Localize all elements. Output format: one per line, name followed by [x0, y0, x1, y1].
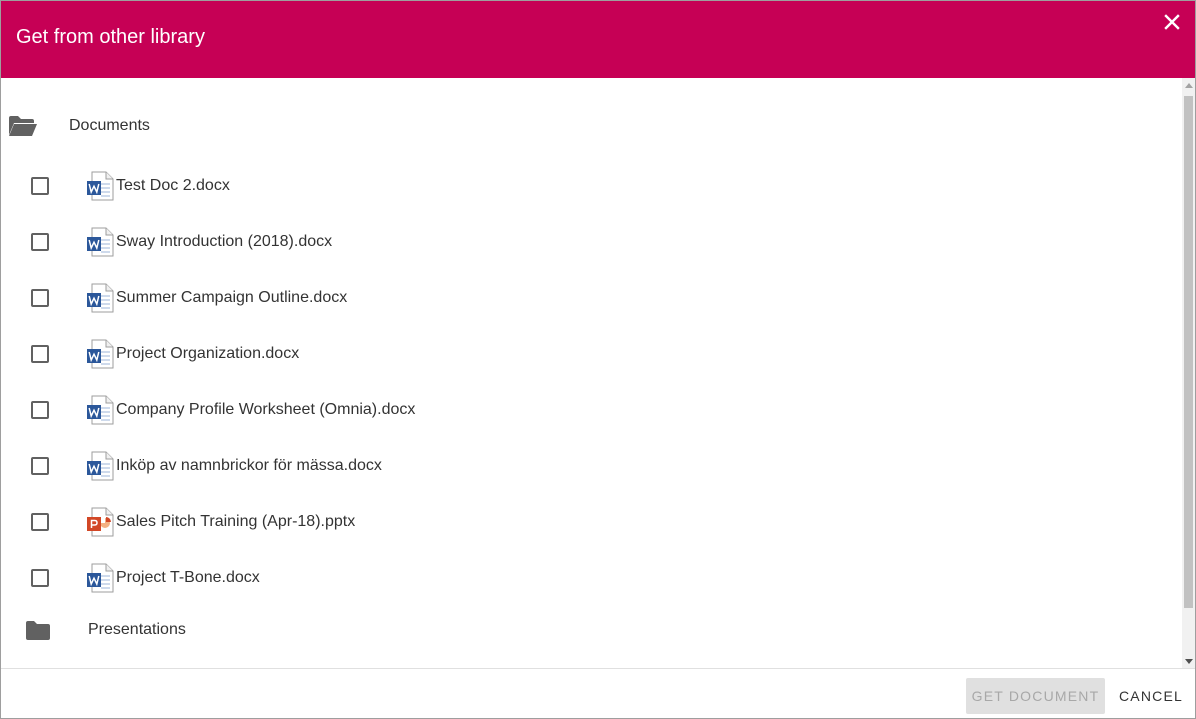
- file-checkbox[interactable]: [31, 233, 49, 251]
- file-name: Project T-Bone.docx: [116, 569, 260, 586]
- get-from-library-dialog: Get from other library Documents Test Do…: [0, 0, 1196, 719]
- word-file-icon: [86, 395, 116, 427]
- folder-label: Documents: [69, 117, 150, 134]
- document-tree: Documents Test Doc 2.docx Sway Introducti…: [1, 78, 1182, 668]
- file-checkbox[interactable]: [31, 457, 49, 475]
- file-row[interactable]: Project Organization.docx: [1, 334, 1171, 374]
- file-name: Test Doc 2.docx: [116, 177, 230, 194]
- file-checkbox[interactable]: [31, 289, 49, 307]
- folder-icon: [25, 619, 55, 641]
- file-row[interactable]: Inköp av namnbrickor för mässa.docx: [1, 446, 1171, 486]
- word-file-icon: [86, 227, 116, 259]
- file-checkbox[interactable]: [31, 569, 49, 587]
- word-file-icon: [86, 563, 116, 595]
- file-checkbox[interactable]: [31, 345, 49, 363]
- file-row[interactable]: Summer Campaign Outline.docx: [1, 278, 1171, 318]
- powerpoint-file-icon: [86, 507, 116, 539]
- file-name: Sales Pitch Training (Apr-18).pptx: [116, 513, 356, 530]
- file-checkbox[interactable]: [31, 401, 49, 419]
- folder-open-icon: [8, 115, 38, 137]
- file-name: Sway Introduction (2018).docx: [116, 233, 333, 250]
- file-row[interactable]: Test Doc 2.docx: [1, 166, 1171, 206]
- word-file-icon: [86, 171, 116, 203]
- file-name: Project Organization.docx: [116, 345, 300, 362]
- folder-label: Presentations: [88, 621, 186, 638]
- close-icon[interactable]: [1161, 11, 1183, 33]
- scroll-down-arrow-icon[interactable]: [1182, 654, 1195, 668]
- scroll-thumb[interactable]: [1184, 96, 1193, 608]
- vertical-scrollbar[interactable]: [1182, 78, 1195, 668]
- file-checkbox[interactable]: [31, 513, 49, 531]
- get-document-button[interactable]: GET DOCUMENT: [966, 678, 1105, 714]
- dialog-header: Get from other library: [1, 1, 1195, 78]
- cancel-button[interactable]: CANCEL: [1111, 678, 1191, 714]
- file-row[interactable]: Project T-Bone.docx: [1, 558, 1171, 598]
- dialog-title: Get from other library: [16, 26, 205, 48]
- file-name: Inköp av namnbrickor för mässa.docx: [116, 457, 382, 474]
- word-file-icon: [86, 283, 116, 315]
- file-row[interactable]: Sales Pitch Training (Apr-18).pptx: [1, 502, 1171, 542]
- dialog-footer: GET DOCUMENT CANCEL: [1, 668, 1195, 718]
- folder-documents[interactable]: Documents: [8, 111, 150, 141]
- file-name: Company Profile Worksheet (Omnia).docx: [116, 401, 416, 418]
- word-file-icon: [86, 339, 116, 371]
- folder-presentations[interactable]: Presentations: [25, 615, 186, 645]
- scroll-up-arrow-icon[interactable]: [1182, 78, 1195, 92]
- word-file-icon: [86, 451, 116, 483]
- file-name: Summer Campaign Outline.docx: [116, 289, 348, 306]
- file-checkbox[interactable]: [31, 177, 49, 195]
- file-row[interactable]: Company Profile Worksheet (Omnia).docx: [1, 390, 1171, 430]
- file-row[interactable]: Sway Introduction (2018).docx: [1, 222, 1171, 262]
